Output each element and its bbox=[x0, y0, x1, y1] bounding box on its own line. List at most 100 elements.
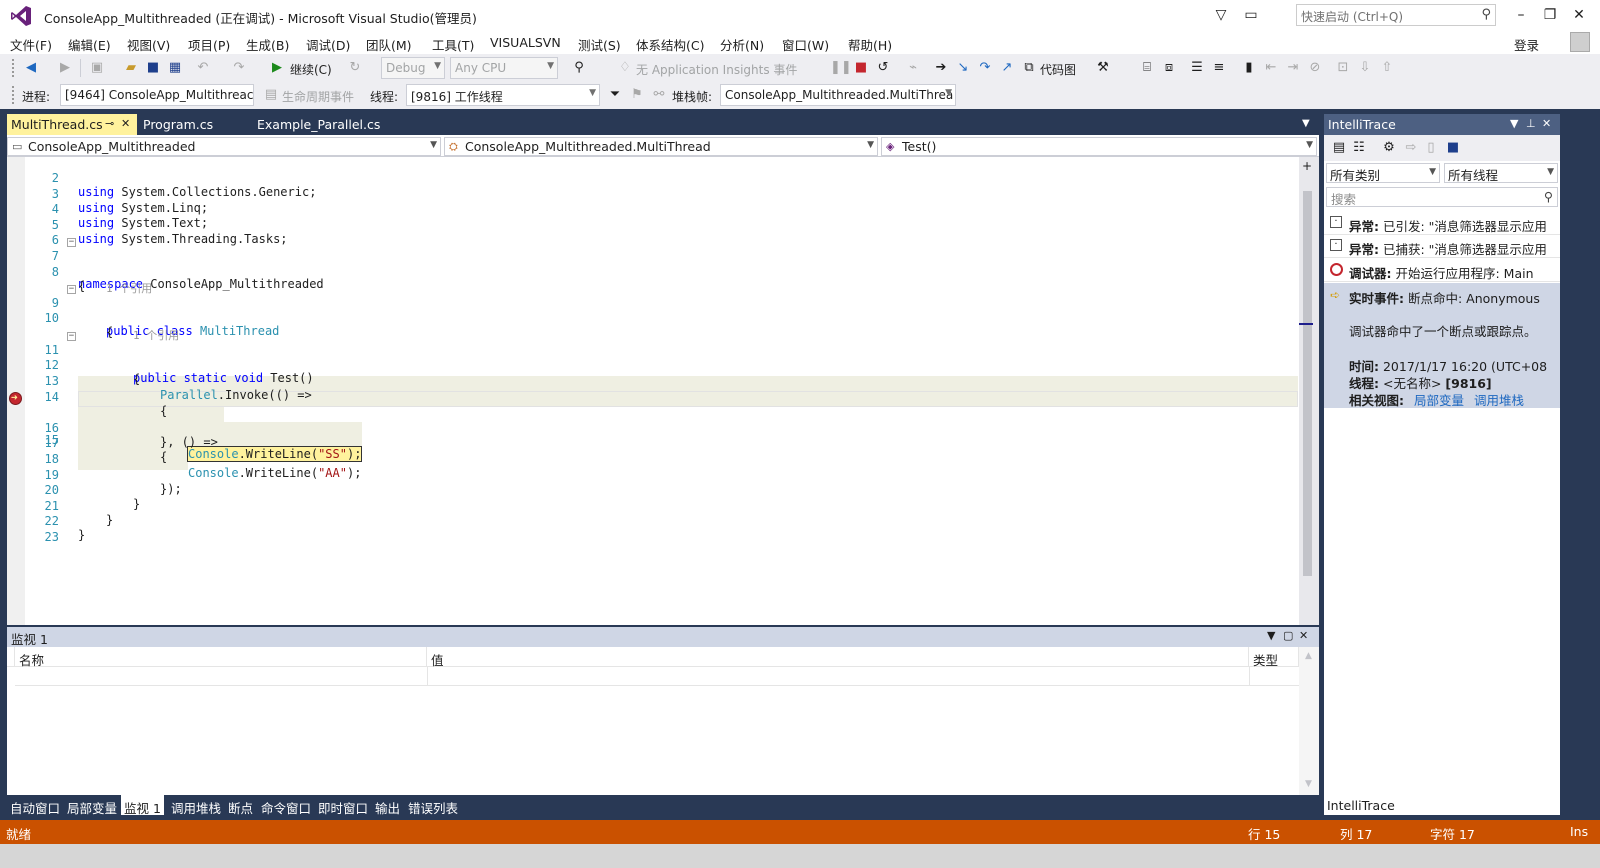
tab-intellitrace[interactable]: IntelliTrace bbox=[1324, 795, 1398, 815]
menu-team[interactable]: 团队(M) bbox=[366, 35, 412, 54]
tab-solution-explorer[interactable]: 解决方案资... bbox=[1398, 795, 1478, 816]
tab-call-stack[interactable]: 调用堆栈 bbox=[168, 795, 224, 816]
undo-icon[interactable]: ↶ bbox=[194, 59, 212, 77]
close-icon[interactable]: ✕ bbox=[1542, 117, 1551, 130]
locals-link[interactable]: 局部变量 bbox=[1414, 393, 1464, 408]
menu-project[interactable]: 项目(P) bbox=[188, 35, 230, 54]
minimize-button[interactable]: – bbox=[1508, 4, 1534, 26]
menu-build[interactable]: 生成(B) bbox=[246, 35, 289, 54]
show-flagged-icon[interactable]: ⚯ bbox=[650, 86, 668, 104]
find-in-files-icon[interactable]: ⚲ bbox=[570, 59, 588, 77]
thread-filter[interactable]: 所有线程 ▼ bbox=[1444, 163, 1558, 183]
member-select[interactable]: ◈ Test() ▼ bbox=[881, 137, 1317, 156]
next-bookmark-icon[interactable]: ⇥ bbox=[1284, 59, 1302, 77]
stack-frame-select[interactable]: ConsoleApp_Multithreaded.MultiThrea ▼ bbox=[720, 84, 956, 106]
detach-icon[interactable]: ⌁ bbox=[904, 59, 922, 77]
menu-analyze[interactable]: 分析(N) bbox=[720, 35, 764, 54]
menu-view[interactable]: 视图(V) bbox=[127, 35, 170, 54]
watch-empty-row[interactable] bbox=[15, 667, 1299, 686]
toolbar-layout-icon[interactable]: ⧈ bbox=[1160, 59, 1178, 77]
menu-window[interactable]: 窗口(W) bbox=[782, 35, 829, 54]
menu-test[interactable]: 测试(S) bbox=[578, 35, 621, 54]
bookmark-icon[interactable]: ▮ bbox=[1240, 59, 1258, 77]
feedback-icon[interactable]: ▭ bbox=[1238, 4, 1264, 26]
call-stack-link[interactable]: 调用堆栈 bbox=[1474, 393, 1524, 408]
quick-launch-input[interactable]: 快速启动 (Ctrl+Q) ⚲ bbox=[1296, 4, 1496, 26]
menu-tools[interactable]: 工具(T) bbox=[432, 35, 474, 54]
menu-visualsvn[interactable]: VISUALSVN bbox=[490, 35, 561, 50]
redo-icon[interactable]: ↷ bbox=[230, 59, 248, 77]
toolbar-grip[interactable] bbox=[12, 86, 16, 104]
settings-icon[interactable]: ⚙ bbox=[1380, 139, 1398, 157]
show-next-statement-icon[interactable]: ➔ bbox=[932, 59, 950, 77]
tab-team-explorer[interactable]: 团队资源管... bbox=[1480, 795, 1560, 816]
selected-event-detail[interactable]: ➪ 实时事件: 断点命中: Anonymous 调试器命中了一个断点或跟踪点。 … bbox=[1324, 283, 1560, 408]
flag-threads-icon[interactable]: ⏷ bbox=[606, 86, 624, 104]
scroll-down-icon[interactable]: ▼ bbox=[1305, 779, 1312, 789]
login-link[interactable]: 登录 bbox=[1514, 35, 1539, 54]
close-button[interactable]: ✕ bbox=[1566, 4, 1592, 26]
navigate-forward-icon[interactable]: ▶ bbox=[56, 59, 74, 77]
move-up-icon[interactable]: ⇧ bbox=[1378, 59, 1396, 77]
watch-scrollbar[interactable]: ▲ ▼ bbox=[1299, 647, 1319, 795]
collapse-icon[interactable]: − bbox=[67, 285, 76, 294]
tab-locals[interactable]: 局部变量 bbox=[64, 795, 120, 816]
tab-immediate-window[interactable]: 即时窗口 bbox=[315, 795, 371, 816]
filter-icon[interactable]: ▽ bbox=[1208, 4, 1234, 26]
thread-select[interactable]: [9816] 工作线程 ▼ bbox=[406, 84, 600, 106]
tab-dropdown-icon[interactable]: ▼ bbox=[1302, 118, 1310, 129]
open-log-icon[interactable]: ▯ bbox=[1422, 139, 1440, 157]
tab-breakpoints[interactable]: 断点 bbox=[225, 795, 256, 816]
code-lens[interactable]: 1 个引用 bbox=[7, 313, 1299, 342]
close-tab-icon[interactable]: ✕ bbox=[121, 117, 130, 130]
open-file-icon[interactable]: ▰ bbox=[122, 59, 140, 77]
navigate-back-icon[interactable]: ◀ bbox=[22, 59, 40, 77]
events-view-icon[interactable]: ▤ bbox=[1330, 139, 1348, 157]
type-select[interactable]: ⛭ ConsoleApp_Multithreaded.MultiThread ▼ bbox=[444, 137, 878, 156]
editor-scrollbar[interactable]: + bbox=[1299, 157, 1319, 625]
clear-bookmarks-icon[interactable]: ⊘ bbox=[1306, 59, 1324, 77]
pin-icon[interactable]: ⊸ bbox=[105, 117, 114, 130]
tab-multithread-cs[interactable]: MultiThread.cs ⊸ ✕ bbox=[7, 114, 137, 135]
tab-output[interactable]: 输出 bbox=[372, 795, 403, 816]
uncomment-icon[interactable]: ≡ bbox=[1210, 59, 1228, 77]
collapse-icon[interactable]: − bbox=[67, 332, 76, 341]
window-menu-icon[interactable]: ▼ bbox=[1510, 117, 1518, 130]
move-down-icon[interactable]: ⇩ bbox=[1356, 59, 1374, 77]
restore-button[interactable]: ❐ bbox=[1537, 4, 1563, 26]
flag-module-icon[interactable]: ⚑ bbox=[628, 86, 646, 104]
insights-icon[interactable]: ♢ bbox=[616, 59, 634, 77]
step-into-icon[interactable]: ↘ bbox=[954, 59, 972, 77]
configuration-select[interactable]: Debug ▼ bbox=[381, 57, 445, 79]
menu-debug[interactable]: 调试(D) bbox=[306, 35, 350, 54]
forward-icon[interactable]: ⇨ bbox=[1402, 139, 1420, 157]
scroll-up-icon[interactable]: ▲ bbox=[1305, 651, 1312, 661]
tab-example-parallel-cs[interactable]: Example_Parallel.cs bbox=[253, 114, 384, 135]
pin-icon[interactable]: ⊥ bbox=[1526, 117, 1536, 130]
code-text-area[interactable]: 2 using System.Collections.Generic; 3 us… bbox=[7, 157, 1299, 625]
tab-watch-1[interactable]: 监视 1 bbox=[121, 795, 164, 816]
watch-grid[interactable]: 名称 值 类型 bbox=[7, 647, 1299, 795]
tab-program-cs[interactable]: Program.cs bbox=[139, 114, 217, 135]
save-log-icon[interactable]: ■ bbox=[1444, 139, 1462, 157]
event-item[interactable]: · 异常: 已引发: "消息筛选器显示应用 bbox=[1324, 212, 1560, 235]
lifecycle-events-icon[interactable]: ▤ bbox=[262, 86, 280, 104]
scrollbar-thumb[interactable] bbox=[1303, 191, 1312, 576]
category-filter[interactable]: 所有类别 ▼ bbox=[1326, 163, 1440, 183]
intellitrace-search-input[interactable]: 搜索 ⚲ bbox=[1326, 187, 1558, 207]
menu-architecture[interactable]: 体系结构(C) bbox=[636, 35, 704, 54]
column-name[interactable]: 名称 bbox=[15, 647, 427, 668]
continue-icon[interactable]: ▶ bbox=[268, 59, 286, 77]
code-lens[interactable]: 1 个引用 bbox=[7, 266, 1299, 295]
event-item[interactable]: 调试器: 开始运行应用程序: Main bbox=[1324, 259, 1560, 282]
avatar[interactable] bbox=[1570, 32, 1590, 52]
prev-bookmark-icon[interactable]: ⇤ bbox=[1262, 59, 1280, 77]
toolbar-grip[interactable] bbox=[12, 59, 16, 77]
menu-file[interactable]: 文件(F) bbox=[10, 35, 52, 54]
toolbar-tool-icon[interactable]: ⌸ bbox=[1138, 59, 1156, 77]
maximize-icon[interactable]: ▢ bbox=[1283, 629, 1293, 642]
code-map-icon[interactable]: ⧉ bbox=[1020, 59, 1038, 77]
lifecycle-events-button[interactable]: 生命周期事件 bbox=[282, 88, 354, 105]
stop-icon[interactable]: ■ bbox=[852, 59, 870, 77]
event-item[interactable]: · 异常: 已捕获: "消息筛选器显示应用 bbox=[1324, 235, 1560, 258]
